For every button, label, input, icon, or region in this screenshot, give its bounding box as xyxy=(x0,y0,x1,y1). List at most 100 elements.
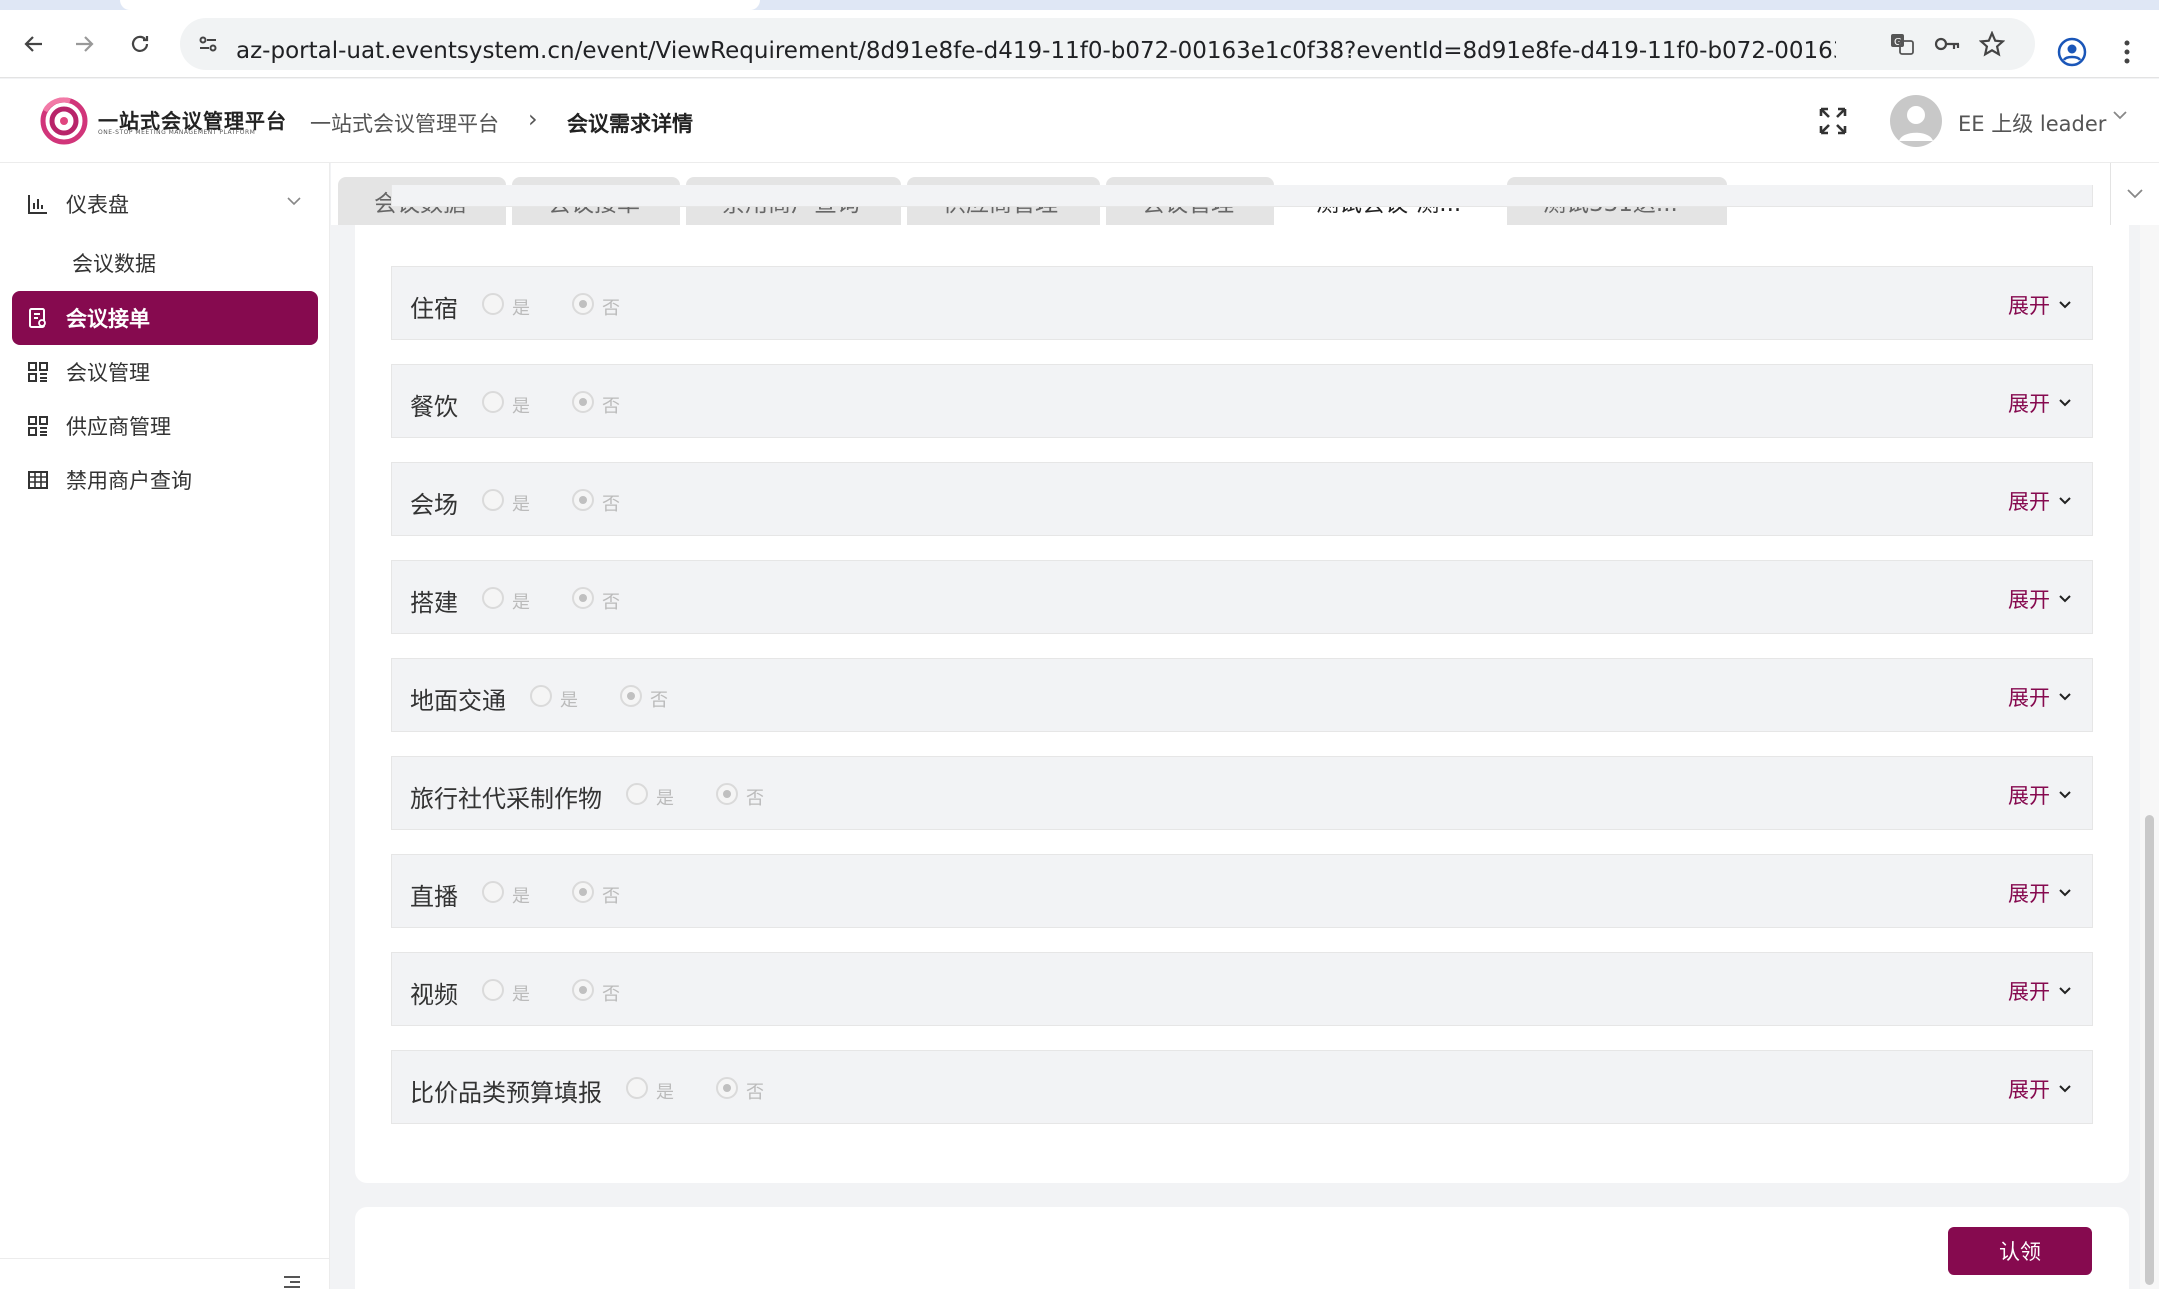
tabs-dropdown-icon[interactable] xyxy=(2110,163,2159,225)
breadcrumb-separator-icon: › xyxy=(528,105,538,133)
radio-yes[interactable] xyxy=(482,587,504,609)
scrollbar-thumb[interactable] xyxy=(2145,815,2154,1285)
radio-yes[interactable] xyxy=(626,783,648,805)
sidebar-item-meeting-management[interactable]: 会议管理 xyxy=(12,345,318,399)
sidebar-item-meeting-orders[interactable]: 会议接单 xyxy=(12,291,318,345)
radio-yes-label: 是 xyxy=(656,788,674,809)
user-name[interactable]: EE 上级 leader xyxy=(1958,108,2106,138)
expand-label: 展开 xyxy=(2008,392,2050,416)
expand-button[interactable]: 展开 xyxy=(2008,682,2072,712)
grid-icon xyxy=(26,414,50,438)
chevron-down-icon xyxy=(2059,399,2071,407)
radio-yes-label: 是 xyxy=(512,984,530,1005)
radio-no[interactable] xyxy=(716,783,738,805)
requirement-row-partial xyxy=(391,185,2093,207)
radio-yes-label: 是 xyxy=(512,396,530,417)
radio-no[interactable] xyxy=(620,685,642,707)
bookmark-star-icon[interactable] xyxy=(1977,30,2007,58)
avatar[interactable] xyxy=(1890,95,1942,147)
requirement-title: 旅行社代采制作物 xyxy=(410,785,602,813)
footer-bar: 认领 xyxy=(355,1207,2129,1289)
chevron-down-icon xyxy=(2059,889,2071,897)
translate-icon[interactable]: G xyxy=(1887,30,1917,58)
radio-no-label: 否 xyxy=(746,1082,764,1103)
expand-label: 展开 xyxy=(2008,686,2050,710)
requirement-title: 直播 xyxy=(410,883,458,911)
radio-no-label: 否 xyxy=(602,984,620,1005)
site-info-icon[interactable] xyxy=(194,30,222,58)
reload-icon[interactable] xyxy=(122,26,158,62)
expand-label: 展开 xyxy=(2008,882,2050,906)
browser-tab[interactable] xyxy=(120,0,760,10)
address-bar[interactable]: az-portal-uat.eventsystem.cn/event/ViewR… xyxy=(180,18,2035,70)
requirement-row: 搭建 是 否 展开 xyxy=(391,560,2093,634)
requirement-row: 地面交通 是 否 展开 xyxy=(391,658,2093,732)
logo-subtitle: ONE-STOP MEETING MANAGEMENT PLATFORM xyxy=(98,129,256,136)
document-icon xyxy=(26,306,50,330)
radio-yes-label: 是 xyxy=(512,592,530,613)
radio-yes-label: 是 xyxy=(512,298,530,319)
radio-yes[interactable] xyxy=(626,1077,648,1099)
radio-no[interactable] xyxy=(572,391,594,413)
radio-yes-label: 是 xyxy=(656,1082,674,1103)
sidebar-item-dashboard[interactable]: 仪表盘 xyxy=(12,177,318,231)
expand-button[interactable]: 展开 xyxy=(2008,976,2072,1006)
sidebar-subitem-meeting-data[interactable]: 会议数据 xyxy=(72,248,156,278)
logo-icon[interactable] xyxy=(40,97,88,145)
radio-yes[interactable] xyxy=(482,293,504,315)
radio-yes-label: 是 xyxy=(560,690,578,711)
requirement-row: 会场 是 否 展开 xyxy=(391,462,2093,536)
sidebar-item-label: 供应商管理 xyxy=(66,415,171,439)
expand-button[interactable]: 展开 xyxy=(2008,878,2072,908)
expand-label: 展开 xyxy=(2008,294,2050,318)
requirement-title: 餐饮 xyxy=(410,393,458,421)
sidebar-item-label: 仪表盘 xyxy=(66,193,129,217)
chevron-down-icon[interactable] xyxy=(2112,107,2128,128)
sidebar-divider xyxy=(0,1258,330,1259)
radio-no[interactable] xyxy=(716,1077,738,1099)
back-icon[interactable] xyxy=(16,26,52,62)
radio-no[interactable] xyxy=(572,489,594,511)
requirement-row: 旅行社代采制作物 是 否 展开 xyxy=(391,756,2093,830)
collapse-menu-icon[interactable] xyxy=(282,1273,302,1289)
expand-button[interactable]: 展开 xyxy=(2008,486,2072,516)
sidebar: 仪表盘 会议数据 会议接单 会议管理 供应商管理 禁用商户查询 xyxy=(0,163,330,1289)
url-text[interactable]: az-portal-uat.eventsystem.cn/event/ViewR… xyxy=(236,31,1836,65)
radio-no[interactable] xyxy=(572,587,594,609)
browser-profile-icon[interactable] xyxy=(2055,35,2089,69)
radio-no-label: 否 xyxy=(602,886,620,907)
radio-yes[interactable] xyxy=(530,685,552,707)
forward-icon[interactable] xyxy=(66,26,102,62)
radio-yes[interactable] xyxy=(482,881,504,903)
sidebar-item-banned-merchants[interactable]: 禁用商户查询 xyxy=(12,453,318,507)
chevron-down-icon xyxy=(2059,791,2071,799)
radio-no-label: 否 xyxy=(650,690,668,711)
bar-chart-icon xyxy=(26,192,50,216)
requirement-row: 住宿 是 否 展开 xyxy=(391,266,2093,340)
radio-no[interactable] xyxy=(572,293,594,315)
expand-label: 展开 xyxy=(2008,980,2050,1004)
expand-button[interactable]: 展开 xyxy=(2008,780,2072,810)
radio-no-label: 否 xyxy=(602,298,620,319)
requirement-title: 搭建 xyxy=(410,589,458,617)
radio-yes[interactable] xyxy=(482,489,504,511)
radio-no-label: 否 xyxy=(746,788,764,809)
claim-button[interactable]: 认领 xyxy=(1948,1227,2092,1275)
expand-button[interactable]: 展开 xyxy=(2008,388,2072,418)
chevron-down-icon xyxy=(2059,497,2071,505)
radio-yes[interactable] xyxy=(482,391,504,413)
sidebar-item-supplier-management[interactable]: 供应商管理 xyxy=(12,399,318,453)
radio-yes-label: 是 xyxy=(512,494,530,515)
key-icon[interactable] xyxy=(1932,30,1962,58)
expand-button[interactable]: 展开 xyxy=(2008,1074,2072,1104)
expand-button[interactable]: 展开 xyxy=(2008,290,2072,320)
browser-menu-icon[interactable] xyxy=(2110,35,2144,69)
radio-yes[interactable] xyxy=(482,979,504,1001)
breadcrumb-root[interactable]: 一站式会议管理平台 xyxy=(310,108,499,138)
radio-no[interactable] xyxy=(572,979,594,1001)
expand-button[interactable]: 展开 xyxy=(2008,584,2072,614)
fullscreen-icon[interactable] xyxy=(1815,103,1851,139)
table-icon xyxy=(26,468,50,492)
radio-no[interactable] xyxy=(572,881,594,903)
chevron-down-icon[interactable] xyxy=(286,193,302,213)
